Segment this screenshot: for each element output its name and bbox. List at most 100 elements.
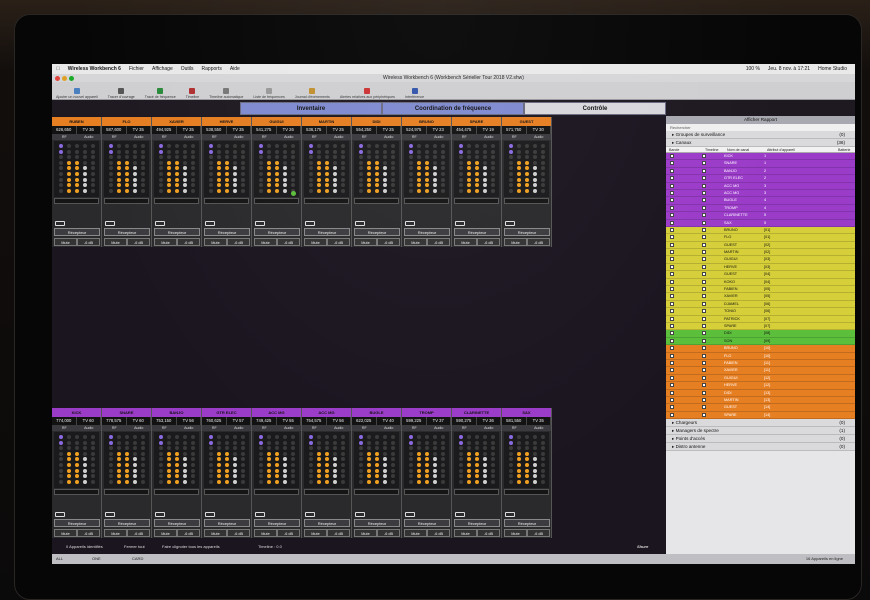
mute-button[interactable]: Mute [104,529,127,537]
receiver-button[interactable]: Récepteur [404,519,450,527]
group-row[interactable]: ▸ Points d'accès (0) [666,435,855,444]
menu-tools[interactable]: Outils [177,64,198,74]
toolbar-button[interactable]: Tracer d'ouvrage [108,88,135,99]
timeline-checkbox[interactable] [702,250,706,255]
channel-frequency[interactable]: 622,025 TV 40 [352,417,401,425]
gain-value[interactable]: -6 dB [277,529,300,537]
channel-strip[interactable]: CLARINETTE 590,275 TV 36 RF Audio Récepteur Mu… [452,408,502,538]
toolbar-button[interactable]: Timeline [186,88,199,99]
band-checkbox[interactable] [670,257,674,262]
receiver-button[interactable]: Récepteur [204,519,250,527]
channel-list-row[interactable]: GUEST [02] [666,241,855,250]
channel-list-row[interactable]: XAVIER [05] [666,293,855,301]
band-checkbox[interactable] [670,405,674,410]
mute-button[interactable]: Mute [204,529,227,537]
band-checkbox[interactable] [670,154,674,158]
band-checkbox[interactable] [670,338,674,343]
band-checkbox[interactable] [670,227,674,232]
mute-button[interactable]: Mute [304,529,327,537]
channel-list-row[interactable]: KOKO [04] [666,278,855,287]
group-row[interactable]: ▸ Groupes de surveillance (0) [666,131,855,139]
receiver-button[interactable]: Récepteur [454,519,500,527]
timeline-checkbox[interactable] [702,220,706,225]
search-input[interactable]: Rechercher [666,124,855,131]
band-checkbox[interactable] [670,368,674,373]
channel-frequency[interactable]: 778,575 TV 60 [102,417,151,425]
band-checkbox[interactable] [670,205,674,210]
tab-frequency-coordination[interactable]: Coordination de fréquence [382,102,524,115]
menu-app-name[interactable]: Wireless Workbench 6 [64,64,125,74]
band-checkbox[interactable] [670,316,674,321]
channel-list-row[interactable]: KICK 1 [666,153,855,161]
timeline-checkbox[interactable] [702,242,706,247]
receiver-button[interactable]: Récepteur [354,228,400,236]
band-checkbox[interactable] [670,198,674,203]
apple-icon[interactable]:  [52,64,64,74]
channel-list-row[interactable]: FLO [10] [666,352,855,360]
group-row[interactable]: ▸ Distro antenne (0) [666,443,855,452]
band-checkbox[interactable] [670,235,674,240]
channel-frequency[interactable]: 538,550 TV 35 [202,126,251,134]
filter-tab-all[interactable]: ALL [56,554,63,564]
channel-list-row[interactable]: DIDI [08] [666,330,855,338]
filter-tab-one[interactable]: ONE [92,554,101,564]
mute-button[interactable]: Mute [354,238,377,246]
channel-list-row[interactable]: BANJO 2 [666,167,855,176]
receiver-button[interactable]: Récepteur [54,228,100,236]
channel-list-row[interactable]: BUGLE 4 [666,197,855,205]
channel-strip[interactable]: ACC MG 749,425 TV 55 RF Audio Récepteur Mute -6… [252,408,302,538]
gain-value[interactable]: -6 dB [127,529,150,537]
timeline-checkbox[interactable] [702,205,706,210]
channel-strip[interactable]: FLO 587,600 TV 35 RF Audio Récepteur Mute -6 dB [102,117,152,247]
timeline-checkbox[interactable] [702,198,706,203]
toolbar-button[interactable]: Liste de fréquences [253,88,285,99]
channel-strip[interactable]: GTR ELEC 760,625 TV 57 RF Audio Récepteur Mute… [202,408,252,538]
channel-strip[interactable]: HERVE 538,550 TV 35 RF Audio Récepteur Mute -6 … [202,117,252,247]
mute-button[interactable]: Mute [504,529,527,537]
close-window-icon[interactable] [55,76,60,81]
channel-list-row[interactable]: TROMP 4 [666,204,855,213]
gain-value[interactable]: -6 dB [527,529,550,537]
channel-strip[interactable]: BRUNO 524,975 TV 23 RF Audio Récepteur Mute -6 … [402,117,452,247]
column-header[interactable]: Bande [666,147,702,152]
channel-list-row[interactable]: ACC MG 3 [666,189,855,198]
channel-frequency[interactable]: 753,150 TV 56 [152,417,201,425]
band-checkbox[interactable] [670,183,674,188]
timeline-checkbox[interactable] [702,353,706,358]
band-checkbox[interactable] [670,264,674,269]
channel-frequency[interactable]: 571,750 TV 30 [502,126,551,134]
close-all-button[interactable]: Fermer tout [124,542,145,552]
receiver-button[interactable]: Récepteur [454,228,500,236]
band-checkbox[interactable] [670,375,674,380]
timeline-checkbox[interactable] [702,346,706,351]
channel-list-row[interactable]: MARTIN [13] [666,396,855,405]
timeline-checkbox[interactable] [702,190,706,195]
channel-list-row[interactable]: HERVE [12] [666,382,855,390]
channel-strip[interactable]: GUIGUI 541,275 TV 26 RF Audio Récepteur Mute -6… [252,117,302,247]
mute-button[interactable]: Mute [54,529,77,537]
receiver-button[interactable]: Récepteur [504,228,550,236]
channel-list-row[interactable]: FABIEN [11] [666,359,855,368]
mute-button[interactable]: Mute [254,529,277,537]
gain-value[interactable]: -6 dB [177,238,200,246]
channel-frequency[interactable]: 524,975 TV 23 [402,126,451,134]
receiver-button[interactable]: Récepteur [104,228,150,236]
channel-list-row[interactable]: ACC MG 3 [666,182,855,190]
band-checkbox[interactable] [670,190,674,195]
channel-list-row[interactable]: DJAMEL [06] [666,300,855,309]
timeline-checkbox[interactable] [702,375,706,380]
gain-value[interactable]: -6 dB [527,238,550,246]
gain-value[interactable]: -6 dB [427,238,450,246]
clock[interactable]: Jeu. 8 nov. à 17:21 [764,64,814,74]
channel-list-row[interactable]: FABIEN [05] [666,286,855,294]
band-checkbox[interactable] [670,309,674,314]
timeline-checkbox[interactable] [702,323,706,328]
channel-list-row[interactable]: PATRICK [07] [666,315,855,323]
mute-button[interactable]: Mute [204,238,227,246]
channel-strip[interactable]: TROMP 599,225 TV 37 RF Audio Récepteur Mute -6 … [402,408,452,538]
channel-frequency[interactable]: 554,250 TV 25 [352,126,401,134]
channel-list-row[interactable]: DIDI [13] [666,389,855,397]
mute-button[interactable]: Mute [104,238,127,246]
mute-button[interactable]: Mute [404,529,427,537]
timeline-checkbox[interactable] [702,360,706,365]
